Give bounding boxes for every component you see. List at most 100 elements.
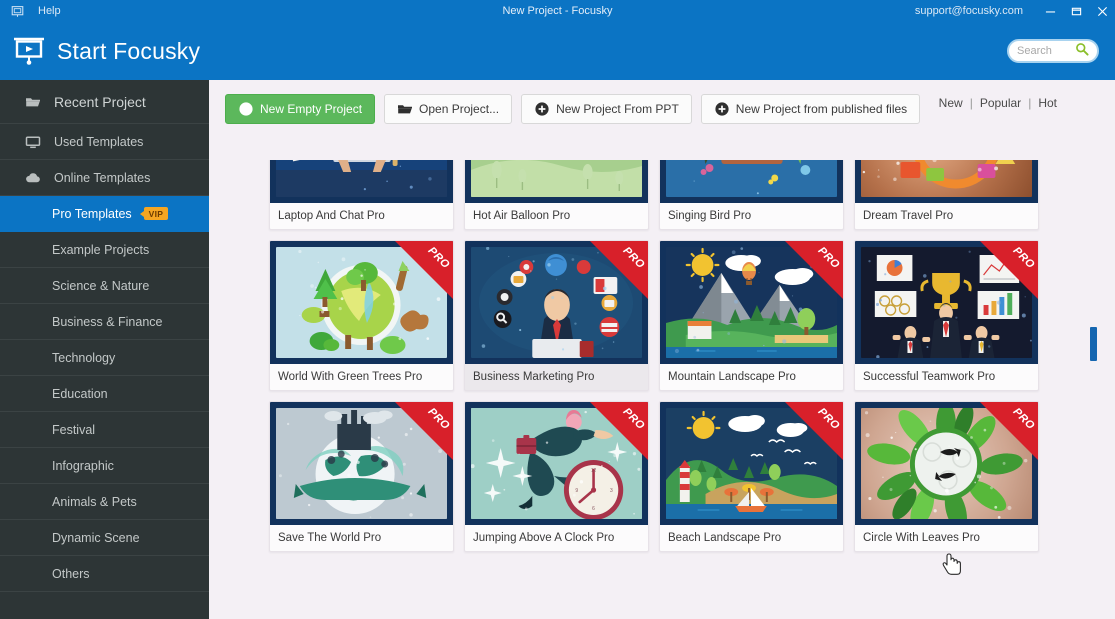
svg-text:12: 12 [591, 468, 597, 474]
template-card-label: Singing Bird Pro [660, 203, 843, 229]
template-card[interactable]: PRO Save The World Pro [269, 401, 454, 552]
thumbnail-artwork [471, 160, 642, 197]
sort-options: New | Popular | Hot [939, 96, 1057, 110]
folder-open-icon [397, 101, 413, 117]
sidebar-item-label: Example Projects [52, 243, 149, 257]
template-card-label: Successful Teamwork Pro [855, 364, 1038, 390]
template-card-label: Save The World Pro [270, 525, 453, 551]
template-card[interactable]: 12 3 6 9 PRO Jumping Above A Clock Pro [464, 401, 649, 552]
thumbnail-artwork [861, 408, 1032, 519]
maximize-button[interactable] [1063, 0, 1089, 22]
template-thumbnail-business-marketing[interactable]: PRO [465, 241, 648, 364]
app-header: Start Focusky [0, 22, 1115, 80]
sidebar-item-label: Festival [52, 423, 95, 437]
template-card-label: Dream Travel Pro [855, 203, 1038, 229]
template-card-label: Jumping Above A Clock Pro [465, 525, 648, 551]
search-input[interactable] [1017, 45, 1075, 57]
sidebar-item-label: Recent Project [54, 94, 146, 110]
template-card[interactable]: PRO World With Green Trees Pro [269, 240, 454, 391]
thumbnail-artwork [471, 247, 642, 358]
sidebar-item-online-templates[interactable]: Online Templates [0, 160, 209, 196]
close-button[interactable] [1089, 0, 1115, 22]
presentation-screen-icon [12, 36, 46, 66]
menu-help[interactable]: Help [38, 5, 61, 17]
template-card-label: Beach Landscape Pro [660, 525, 843, 551]
sidebar-item-business-finance[interactable]: Business & Finance [0, 304, 209, 340]
thumbnail-artwork [666, 160, 837, 197]
sidebar-item-dynamic-scene[interactable]: Dynamic Scene [0, 520, 209, 556]
template-card[interactable]: PRO Beach Landscape Pro [659, 401, 844, 552]
plus-circle-icon [714, 101, 730, 117]
thumbnail-artwork: 12 3 6 9 [471, 408, 642, 519]
thumbnail-artwork [276, 247, 447, 358]
main-content: New Empty Project Open Project... New Proj… [209, 80, 1115, 619]
template-card[interactable]: Hot Air Balloon Pro [464, 160, 649, 230]
sidebar-item-animals-pets[interactable]: Animals & Pets [0, 484, 209, 520]
template-thumbnail-jumping-clock[interactable]: 12 3 6 9 PRO [465, 402, 648, 525]
template-thumbnail-mountain-landscape[interactable]: PRO [660, 241, 843, 364]
template-thumbnail-teamwork[interactable]: PRO [855, 241, 1038, 364]
sidebar-item-pro-templates[interactable]: Pro Templates VIP [0, 196, 209, 232]
support-email[interactable]: support@focusky.com [915, 5, 1023, 17]
sidebar-item-science-nature[interactable]: Science & Nature [0, 268, 209, 304]
sort-link-hot[interactable]: Hot [1038, 96, 1057, 110]
titlebar-right-group: support@focusky.com [915, 0, 1115, 22]
sidebar-item-example-projects[interactable]: Example Projects [0, 232, 209, 268]
toolbar-button-label: New Project From PPT [556, 102, 679, 116]
template-thumbnail-laptop-chat[interactable] [270, 160, 453, 203]
sorter-separator: | [1028, 96, 1031, 110]
thumbnail-artwork [276, 160, 447, 197]
template-card[interactable]: PRO Mountain Landscape Pro [659, 240, 844, 391]
template-card[interactable]: PRO Business Marketing Pro [464, 240, 649, 391]
sorter-separator: | [970, 96, 973, 110]
sidebar-item-recent-project[interactable]: Recent Project [0, 80, 209, 124]
template-thumbnail-green-world[interactable]: PRO [270, 241, 453, 364]
sidebar-item-technology[interactable]: Technology [0, 340, 209, 376]
template-card[interactable]: Singing Bird Pro [659, 160, 844, 230]
thumbnail-artwork [666, 408, 837, 519]
template-card-label: World With Green Trees Pro [270, 364, 453, 390]
pointer-cursor [942, 552, 964, 580]
brand-title: Start Focusky [57, 38, 200, 65]
sidebar-item-others[interactable]: Others [0, 556, 209, 592]
template-thumbnail-beach-landscape[interactable]: PRO [660, 402, 843, 525]
template-card[interactable]: PRO Successful Teamwork Pro [854, 240, 1039, 391]
sort-link-new[interactable]: New [939, 96, 963, 110]
vip-badge: VIP [144, 207, 169, 220]
svg-text:6: 6 [592, 506, 595, 512]
sidebar-item-festival[interactable]: Festival [0, 412, 209, 448]
search-icon[interactable] [1075, 42, 1089, 61]
toolbar-button-new-empty-project[interactable]: New Empty Project [225, 94, 375, 124]
sidebar-item-label: Dynamic Scene [52, 531, 140, 545]
presentation-icon [10, 4, 24, 18]
template-thumbnail-circle-leaves[interactable]: PRO [855, 402, 1038, 525]
sidebar-item-education[interactable]: Education [0, 376, 209, 412]
search-box[interactable] [1007, 39, 1099, 63]
template-card[interactable]: PRO Circle With Leaves Pro [854, 401, 1039, 552]
template-thumbnail-dream-travel[interactable] [855, 160, 1038, 203]
toolbar-button-open-project[interactable]: Open Project... [384, 94, 512, 124]
sidebar-item-label: Business & Finance [52, 315, 162, 329]
template-thumbnail-save-world[interactable]: PRO [270, 402, 453, 525]
template-thumbnail-hot-air-balloon[interactable] [465, 160, 648, 203]
template-card[interactable]: Laptop And Chat Pro [269, 160, 454, 230]
cloud-icon [22, 170, 44, 186]
toolbar-button-new-project-from-ppt[interactable]: New Project From PPT [521, 94, 692, 124]
templates-scroll-area[interactable]: Laptop And Chat Pro Hot Air Balloon Pro Si… [209, 160, 1115, 619]
template-card[interactable]: Dream Travel Pro [854, 160, 1039, 230]
sidebar-item-infographic[interactable]: Infographic [0, 448, 209, 484]
minimize-button[interactable] [1037, 0, 1063, 22]
sidebar-item-label: Others [52, 567, 90, 581]
plus-circle-icon [238, 101, 254, 117]
sidebar-item-label: Online Templates [54, 171, 150, 185]
vertical-scrollbar-thumb[interactable] [1090, 327, 1097, 361]
vertical-scrollbar-track[interactable] [1090, 160, 1097, 619]
thumbnail-artwork [861, 247, 1032, 358]
plus-circle-icon [534, 101, 550, 117]
sidebar-item-used-templates[interactable]: Used Templates [0, 124, 209, 160]
toolbar-button-new-project-from-published-files[interactable]: New Project from published files [701, 94, 920, 124]
sort-link-popular[interactable]: Popular [980, 96, 1021, 110]
template-card-label: Circle With Leaves Pro [855, 525, 1038, 551]
toolbar-button-label: New Empty Project [260, 102, 362, 116]
template-thumbnail-singing-bird[interactable] [660, 160, 843, 203]
